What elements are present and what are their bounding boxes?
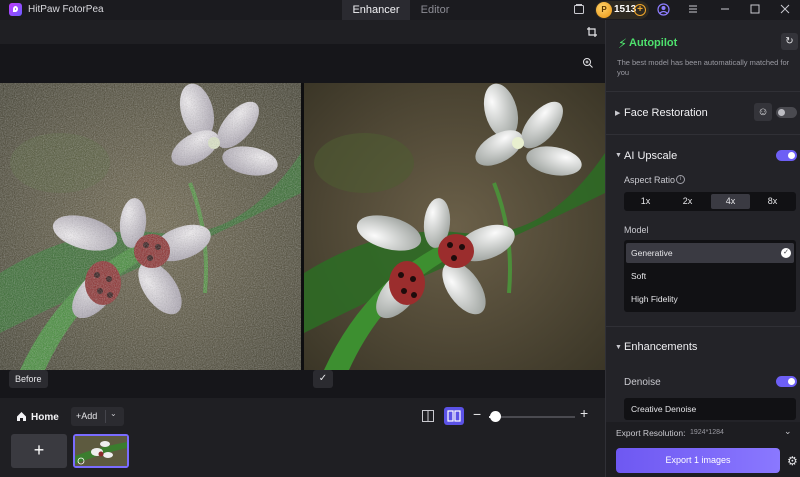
crop-icon[interactable] xyxy=(586,26,598,38)
chevron-down-icon[interactable]: ⌄ xyxy=(110,409,117,418)
add-credits-icon[interactable]: + xyxy=(634,4,646,16)
zoom-slider-handle[interactable] xyxy=(490,411,502,422)
after-image[interactable] xyxy=(304,83,605,370)
ratio-option-1x[interactable]: 1x xyxy=(626,194,665,209)
denoise-label: Denoise xyxy=(624,377,661,388)
export-footer: Export Resolution: 1924*1284 ⌄ Export 1 … xyxy=(606,422,800,477)
refresh-icon[interactable]: ↻ xyxy=(781,33,798,50)
add-divider xyxy=(105,410,106,423)
app-logo xyxy=(9,3,22,16)
bottom-bar: Home +Add ⌄ + − + xyxy=(0,398,605,477)
face-restoration-title[interactable]: Face Restoration xyxy=(624,107,708,119)
enhancements-title[interactable]: Enhancements xyxy=(624,341,697,353)
info-icon[interactable]: i xyxy=(676,175,685,184)
coin-icon: P xyxy=(596,2,612,18)
home-icon[interactable] xyxy=(16,411,27,422)
image-thumbnail[interactable] xyxy=(73,434,129,468)
preview-toolbar xyxy=(0,20,605,44)
export-resolution-value: 1924*1284 xyxy=(690,429,724,436)
export-resolution-label: Export Resolution: xyxy=(616,428,686,438)
add-label: +Add xyxy=(76,411,98,421)
model-option-soft[interactable]: Soft xyxy=(626,266,794,286)
chevron-down-icon[interactable]: ⌄ xyxy=(784,426,792,437)
ratio-option-2x[interactable]: 2x xyxy=(668,194,707,209)
home-link[interactable]: Home xyxy=(31,412,59,423)
check-icon[interactable]: ✓ xyxy=(313,370,333,388)
close-icon[interactable] xyxy=(778,3,792,17)
tab-enhancer[interactable]: Enhancer xyxy=(342,0,410,20)
tab-editor[interactable]: Editor xyxy=(410,0,460,20)
add-image-slot[interactable]: + xyxy=(11,434,67,468)
collapse-arrow-icon[interactable]: ▼ xyxy=(615,152,622,159)
zoom-out-button[interactable]: − xyxy=(473,406,481,422)
add-button[interactable]: +Add ⌄ xyxy=(71,407,124,426)
app-title: HitPaw FotorPea xyxy=(28,4,104,15)
aspect-ratio-label: Aspect Ratio xyxy=(624,175,676,185)
lightning-icon: ⚡ xyxy=(618,36,628,51)
autopilot-title: Autopilot xyxy=(629,37,678,49)
expand-arrow-icon[interactable]: ▶ xyxy=(615,109,620,117)
media-browser-icon[interactable] xyxy=(572,3,586,17)
smiley-icon[interactable]: ☺ xyxy=(754,103,772,121)
title-bar: HitPaw FotorPea Enhancer Editor P 1513 + xyxy=(0,0,800,20)
ratio-option-4x[interactable]: 4x xyxy=(711,194,750,209)
preview-workspace: Before ✓ xyxy=(0,20,605,398)
export-button[interactable]: Export 1 images xyxy=(616,448,780,473)
before-image[interactable] xyxy=(0,83,301,370)
section-divider xyxy=(606,326,800,327)
before-label: Before xyxy=(9,370,48,388)
model-option-high-fidelity[interactable]: High Fidelity xyxy=(626,289,794,309)
face-restoration-toggle[interactable] xyxy=(776,107,797,118)
split-view-icon[interactable] xyxy=(444,407,464,425)
model-list: Generative ✓ Soft High Fidelity xyxy=(624,240,796,312)
account-icon[interactable] xyxy=(656,3,670,17)
maximize-icon[interactable] xyxy=(748,3,762,17)
zoom-slider[interactable] xyxy=(489,416,575,418)
aspect-ratio-selector: 1x 2x 4x 8x xyxy=(624,192,796,211)
ai-upscale-toggle[interactable] xyxy=(776,150,797,161)
autopilot-description: The best model has been automatically ma… xyxy=(617,58,790,77)
collapse-arrow-icon[interactable]: ▼ xyxy=(615,344,622,351)
minimize-icon[interactable] xyxy=(718,3,732,17)
creative-denoise-option[interactable]: Creative Denoise xyxy=(624,398,796,420)
model-option-generative[interactable]: Generative ✓ xyxy=(626,243,794,263)
denoise-toggle[interactable] xyxy=(776,376,797,387)
gear-icon[interactable]: ⚙ xyxy=(787,454,798,468)
model-label: Model xyxy=(624,225,649,235)
section-divider xyxy=(606,91,800,92)
section-divider xyxy=(606,134,800,135)
ratio-option-8x[interactable]: 8x xyxy=(753,194,792,209)
zoom-in-icon[interactable] xyxy=(582,57,594,69)
menu-icon[interactable] xyxy=(686,3,700,17)
single-view-icon[interactable] xyxy=(421,409,435,423)
credits-value: 1513 xyxy=(614,4,637,15)
credits-badge[interactable]: P 1513 + xyxy=(595,1,649,19)
ai-upscale-title[interactable]: AI Upscale xyxy=(624,150,677,162)
check-icon: ✓ xyxy=(781,248,791,258)
settings-panel: ⚡ Autopilot ↻ The best model has been au… xyxy=(605,20,800,477)
zoom-in-button[interactable]: + xyxy=(580,405,588,421)
